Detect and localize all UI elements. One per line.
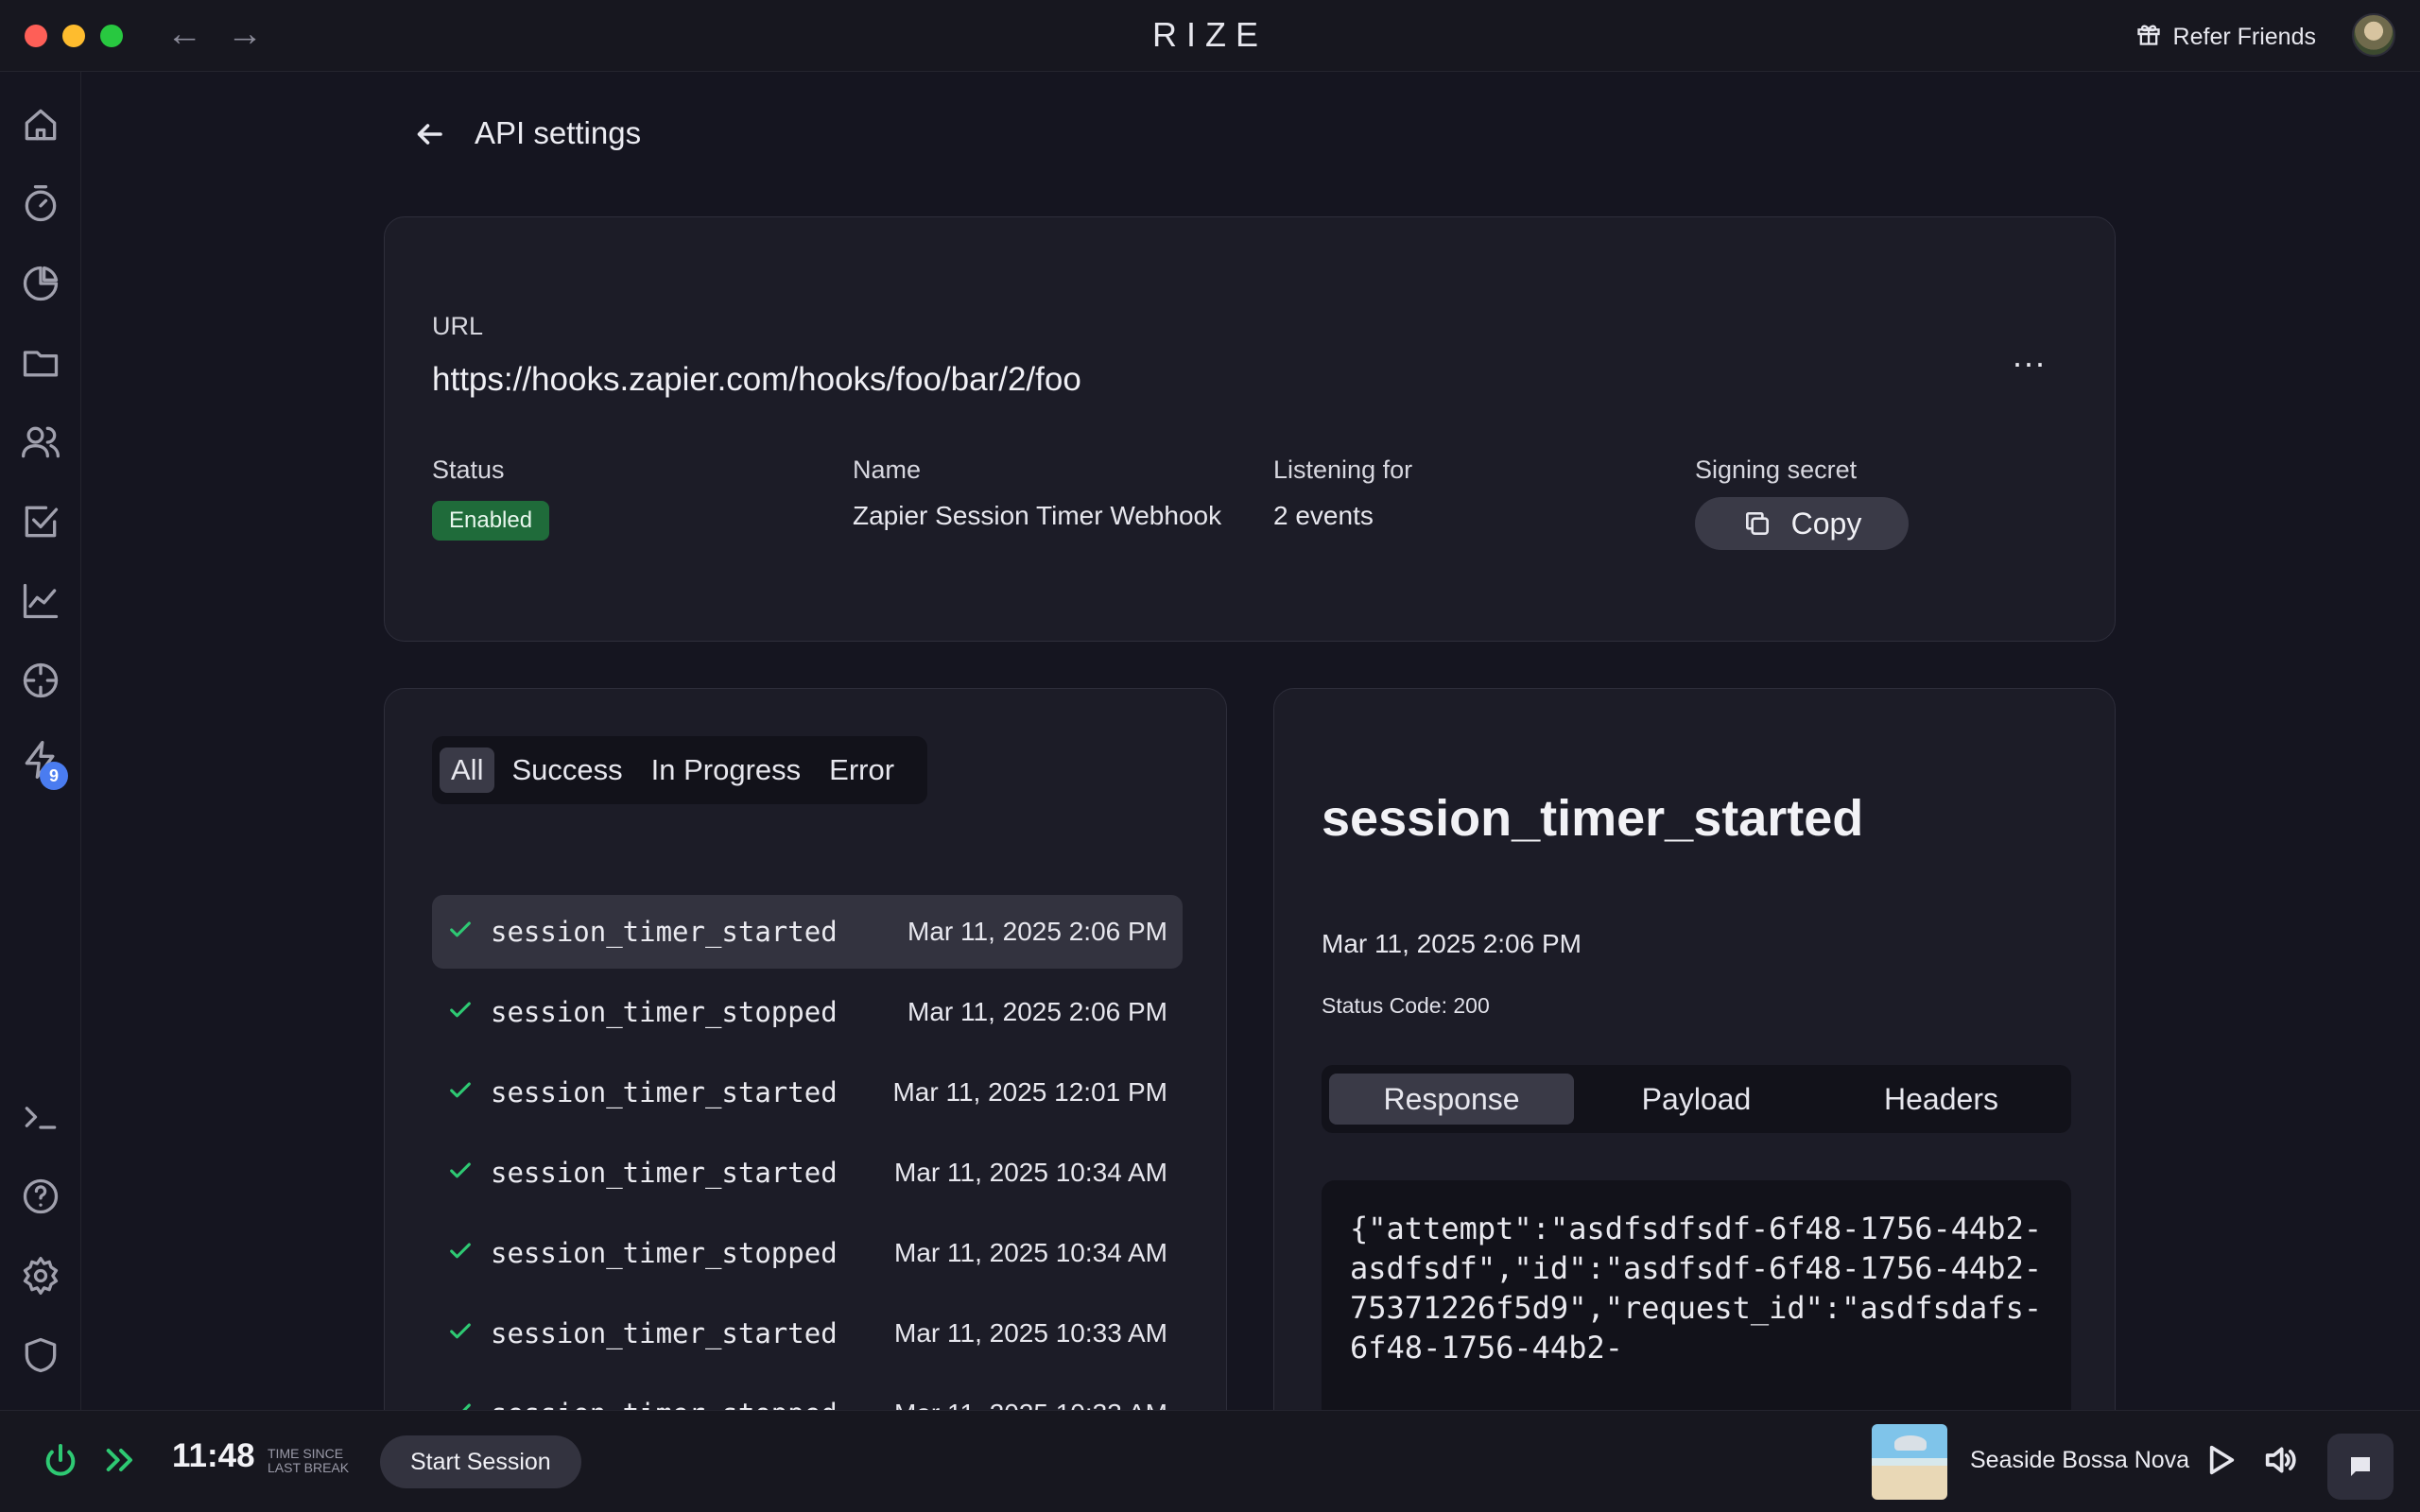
page-title: API settings: [475, 115, 642, 150]
detail-title: session_timer_started: [1322, 790, 1864, 847]
app-brand: RIZE: [1151, 15, 1268, 54]
copy-secret-button[interactable]: Copy: [1695, 497, 1909, 550]
event-time: Mar 11, 2025 2:06 PM: [908, 917, 1167, 946]
status-label: Status: [432, 455, 505, 484]
event-row[interactable]: session_timer_stopped Mar 11, 2025 2:06 …: [432, 975, 1183, 1049]
more-options-button[interactable]: ...: [2013, 338, 2047, 372]
detail-time: Mar 11, 2025 2:06 PM: [1322, 929, 1582, 958]
check-icon: [447, 917, 477, 947]
event-row[interactable]: session_timer_started Mar 11, 2025 10:33…: [432, 1297, 1183, 1370]
skip-forward-icon[interactable]: [102, 1441, 140, 1479]
filter-tab-all[interactable]: All: [440, 747, 495, 793]
status-badge: Enabled: [432, 501, 550, 541]
start-session-button[interactable]: Start Session: [380, 1435, 581, 1488]
shield-icon[interactable]: [20, 1334, 61, 1376]
track-title: Seaside Bossa Nova: [1970, 1447, 2190, 1473]
event-row[interactable]: session_timer_started Mar 11, 2025 2:06 …: [432, 895, 1183, 969]
detail-tabs: Response Payload Headers: [1322, 1065, 2071, 1133]
bottom-bar: 11:48 TIME SINCE LAST BREAK Start Sessio…: [0, 1410, 2420, 1512]
users-icon[interactable]: [20, 421, 61, 463]
chat-button[interactable]: [2327, 1434, 2394, 1500]
filter-tab-in-progress[interactable]: In Progress: [640, 747, 813, 793]
gift-icon: [2135, 21, 2162, 54]
event-row[interactable]: session_timer_started Mar 11, 2025 12:01…: [432, 1056, 1183, 1129]
check-icon: [447, 1238, 477, 1268]
checkbox-icon[interactable]: [20, 501, 61, 542]
event-name: session_timer_started: [491, 916, 838, 948]
tab-response[interactable]: Response: [1329, 1074, 1574, 1125]
detail-status-code: Status Code: 200: [1322, 993, 1490, 1018]
timer-label-line2: LAST BREAK: [268, 1460, 350, 1475]
pie-chart-icon[interactable]: [20, 263, 61, 304]
event-time: Mar 11, 2025 10:33 AM: [894, 1318, 1167, 1348]
terminal-icon[interactable]: [20, 1096, 61, 1138]
title-bar: ← → RIZE Refer Friends: [0, 0, 2420, 72]
event-time: Mar 11, 2025 10:34 AM: [894, 1158, 1167, 1187]
notification-badge: 9: [40, 762, 68, 790]
arrow-left-icon: [417, 124, 442, 145]
refer-friends-link[interactable]: Refer Friends: [2135, 21, 2316, 54]
event-detail-card: session_timer_started Mar 11, 2025 2:06 …: [1273, 688, 2116, 1444]
event-time: Mar 11, 2025 10:34 AM: [894, 1238, 1167, 1267]
break-timer: 11:48: [172, 1437, 255, 1474]
volume-icon[interactable]: [2261, 1441, 2299, 1479]
url-label: URL: [432, 312, 484, 340]
gear-icon[interactable]: [20, 1255, 61, 1297]
webhook-card: URL https://hooks.zapier.com/hooks/foo/b…: [384, 216, 2116, 642]
target-icon[interactable]: [20, 660, 61, 701]
chat-icon: [2351, 1457, 2370, 1476]
event-time: Mar 11, 2025 12:01 PM: [892, 1077, 1167, 1107]
trend-chart-icon[interactable]: [20, 580, 61, 622]
url-value: https://hooks.zapier.com/hooks/foo/bar/2…: [432, 361, 1081, 398]
album-art: [1872, 1424, 1947, 1500]
event-time: Mar 11, 2025 2:06 PM: [908, 997, 1167, 1026]
timer-label: TIME SINCE LAST BREAK: [268, 1447, 349, 1475]
timer-label-line1: TIME SINCE: [268, 1446, 344, 1461]
check-icon: [447, 1158, 477, 1188]
help-icon[interactable]: [20, 1176, 61, 1217]
power-icon[interactable]: [42, 1441, 79, 1479]
folder-icon[interactable]: [20, 342, 61, 384]
event-filter-tabs: All Success In Progress Error: [432, 736, 927, 804]
home-icon[interactable]: [20, 104, 61, 146]
refer-friends-label: Refer Friends: [2172, 24, 2316, 50]
filter-tab-error[interactable]: Error: [818, 747, 906, 793]
tab-headers[interactable]: Headers: [1819, 1074, 2064, 1125]
listening-value: 2 events: [1273, 501, 1374, 530]
name-value: Zapier Session Timer Webhook: [853, 501, 1222, 530]
listening-label: Listening for: [1273, 455, 1413, 484]
event-row[interactable]: session_timer_started Mar 11, 2025 10:34…: [432, 1136, 1183, 1210]
event-name: session_timer_stopped: [491, 1237, 838, 1269]
back-button[interactable]: [412, 117, 446, 151]
name-label: Name: [853, 455, 922, 484]
event-name: session_timer_started: [491, 1076, 838, 1108]
events-card: All Success In Progress Error session_ti…: [384, 688, 1227, 1444]
check-icon: [447, 1077, 477, 1108]
check-icon: [447, 997, 477, 1027]
sidebar: 9: [0, 72, 81, 1410]
play-icon[interactable]: [2201, 1441, 2238, 1479]
copy-icon: [1745, 512, 1769, 535]
check-icon: [447, 1318, 477, 1349]
event-name: session_timer_started: [491, 1317, 838, 1349]
stopwatch-icon[interactable]: [20, 183, 61, 225]
event-row[interactable]: session_timer_stopped Mar 11, 2025 10:34…: [432, 1216, 1183, 1290]
event-name: session_timer_started: [491, 1157, 838, 1189]
user-avatar[interactable]: [2352, 13, 2395, 57]
event-name: session_timer_stopped: [491, 996, 838, 1028]
copy-label: Copy: [1790, 506, 1862, 541]
response-body: {"attempt":"asdfsdfsdf-6f48-1756-44b2-as…: [1322, 1180, 2071, 1443]
tab-payload[interactable]: Payload: [1574, 1074, 1819, 1125]
signing-secret-label: Signing secret: [1695, 455, 1858, 484]
filter-tab-success[interactable]: Success: [500, 747, 633, 793]
